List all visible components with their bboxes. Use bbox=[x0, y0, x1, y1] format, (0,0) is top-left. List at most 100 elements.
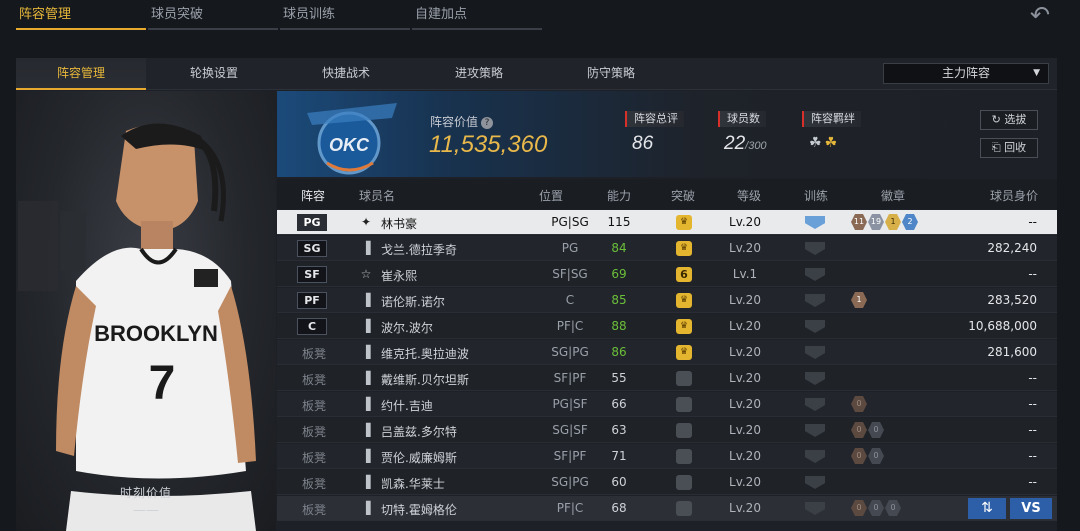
refresh-icon: ↻ bbox=[991, 113, 1001, 126]
player-position: PG bbox=[561, 241, 579, 255]
bench-label: 板凳 bbox=[302, 425, 327, 439]
col-breakthrough[interactable]: 突破 bbox=[671, 187, 695, 204]
table-row[interactable]: 板凳 ▐ 切特.霍姆格伦 PF|C 68 Lv.20 0 0 0 ⇅ VS bbox=[277, 496, 1057, 521]
player-price: 281,600 bbox=[987, 345, 1037, 359]
lineup-dropdown[interactable]: 主力阵容 ▼ bbox=[883, 63, 1049, 84]
table-row[interactable]: C ▐ 波尔.波尔 PF|C 88 ♛ Lv.20 10,688,000 bbox=[277, 314, 1057, 339]
table-header: 阵容 球员名 位置 能力 突破 等级 训练 徽章 球员身价 bbox=[277, 179, 1057, 209]
table-row[interactable]: PG ✦ 林书豪 PG|SG 115 ♛ Lv.20 11 19 1 2 -- bbox=[277, 210, 1057, 235]
jersey-number: 7 bbox=[149, 357, 176, 410]
table-row[interactable]: 板凳 ▐ 约什.吉迪 PG|SF 66 Lv.20 0 -- bbox=[277, 392, 1057, 417]
table-row[interactable]: 板凳 ▐ 维克托.奥拉迪波 SG|PG 86 ♛ Lv.20 281,600 bbox=[277, 340, 1057, 365]
player-name: 波尔.波尔 bbox=[381, 321, 433, 335]
player-rating: 71 bbox=[611, 449, 627, 463]
player-rating: 55 bbox=[611, 371, 627, 385]
training-icon bbox=[805, 450, 825, 463]
col-badges[interactable]: 徽章 bbox=[881, 187, 905, 204]
badge-list: 0 bbox=[851, 396, 868, 412]
slot-badge: C bbox=[297, 318, 327, 335]
training-icon bbox=[805, 476, 825, 489]
vs-compare-button[interactable]: VS bbox=[1010, 498, 1052, 519]
table-row[interactable]: SG ▐ 戈兰.德拉季奇 PG 84 ♛ Lv.20 282,240 bbox=[277, 236, 1057, 261]
col-training[interactable]: 训练 bbox=[804, 187, 828, 204]
player-rating: 63 bbox=[611, 423, 627, 437]
player-position: PF|C bbox=[556, 501, 584, 515]
crown-icon: ♛ bbox=[676, 319, 692, 334]
bond-gold-icon: ☘ bbox=[824, 135, 841, 151]
player-price: -- bbox=[1028, 267, 1037, 281]
player-position: PF|C bbox=[556, 319, 584, 333]
player-price: 282,240 bbox=[987, 241, 1037, 255]
bench-label: 板凳 bbox=[302, 477, 327, 491]
star-player-icon: ☆ bbox=[360, 267, 372, 281]
player-position: SG|PG bbox=[551, 475, 589, 489]
lineup-bond-label: 阵容羁绊 bbox=[802, 111, 861, 127]
badge-bronze: 11 bbox=[851, 214, 867, 230]
player-count-value: 22 bbox=[724, 133, 746, 154]
breakthrough-locked-icon bbox=[676, 423, 692, 438]
table-row[interactable]: 板凳 ▐ 贾伦.威廉姆斯 SF|PF 71 Lv.20 0 0 -- bbox=[277, 444, 1057, 469]
player-level: Lv.20 bbox=[729, 345, 761, 359]
team-logo-text: OKC bbox=[329, 135, 370, 155]
back-arrow-icon[interactable]: ↶ bbox=[1022, 3, 1058, 27]
col-position[interactable]: 位置 bbox=[539, 187, 563, 204]
player-name: 崔永熙 bbox=[381, 269, 418, 283]
subtab-lineup[interactable]: 阵容管理 bbox=[16, 58, 146, 90]
table-row[interactable]: 板凳 ▐ 吕盖兹.多尔特 SG|SF 63 Lv.20 0 0 -- bbox=[277, 418, 1057, 443]
subtab-defense-strategy[interactable]: 防守策略 bbox=[546, 58, 676, 90]
tab-player-breakthrough[interactable]: 球员突破 bbox=[148, 0, 278, 30]
breakthrough-locked-icon bbox=[676, 397, 692, 412]
breakthrough-locked-icon bbox=[676, 501, 692, 516]
table-row[interactable]: PF ▐ 诺伦斯.诺尔 C 85 ♛ Lv.20 1 283,520 bbox=[277, 288, 1057, 313]
player-price: -- bbox=[1028, 423, 1037, 437]
player-portrait: BROOKLYN 7 时刻价值 —— bbox=[16, 91, 276, 531]
lineup-value-label-text: 阵容价值 bbox=[430, 115, 479, 129]
player-name: 维克托.奥拉迪波 bbox=[381, 347, 469, 361]
breakthrough-locked-icon bbox=[676, 449, 692, 464]
subtab-rotation[interactable]: 轮换设置 bbox=[149, 58, 279, 90]
crown-icon: ♛ bbox=[676, 215, 692, 230]
badge-gold: 1 bbox=[885, 214, 901, 230]
subtab-quick-tactics[interactable]: 快捷战术 bbox=[281, 58, 411, 90]
badge-list: 0 0 bbox=[851, 422, 885, 438]
tab-custom-points[interactable]: 自建加点 bbox=[412, 0, 542, 30]
player-price: 283,520 bbox=[987, 293, 1037, 307]
breakthrough-locked-icon bbox=[676, 371, 692, 386]
player-table: PG ✦ 林书豪 PG|SG 115 ♛ Lv.20 11 19 1 2 -- … bbox=[277, 210, 1057, 531]
player-rating: 115 bbox=[607, 215, 631, 229]
swap-button[interactable]: ⇅ bbox=[968, 498, 1006, 519]
help-icon[interactable]: ? bbox=[481, 117, 494, 129]
lineup-summary: OKC 阵容价值? 11,535,360 阵容总评 86 球员数 22/300 … bbox=[277, 91, 1057, 177]
tab-lineup-management[interactable]: 阵容管理 bbox=[16, 0, 146, 30]
signal-bars-icon: ▐ bbox=[361, 397, 371, 411]
col-price[interactable]: 球员身价 bbox=[990, 187, 1038, 204]
recycle-button[interactable]: ⎗ 回收 bbox=[980, 138, 1038, 158]
badge-silver: 19 bbox=[868, 214, 884, 230]
col-rating[interactable]: 能力 bbox=[607, 187, 631, 204]
table-row[interactable]: 板凳 ▐ 凯森.华莱士 SG|PG 60 Lv.20 -- bbox=[277, 470, 1057, 495]
badge-empty: 0 bbox=[868, 448, 884, 464]
pick-button[interactable]: ↻ 选拔 bbox=[980, 110, 1038, 130]
training-icon bbox=[805, 346, 825, 359]
tab-player-training[interactable]: 球员训练 bbox=[280, 0, 410, 30]
pick-button-label: 选拔 bbox=[1004, 113, 1027, 126]
training-icon bbox=[805, 216, 825, 229]
player-count-max: /300 bbox=[745, 140, 767, 152]
player-name: 切特.霍姆格伦 bbox=[381, 503, 457, 517]
table-row[interactable]: SF ☆ 崔永熙 SF|SG 69 6 Lv.1 -- bbox=[277, 262, 1057, 287]
player-position: PG|SF bbox=[552, 397, 588, 411]
timed-value-label: 时刻价值 bbox=[119, 486, 172, 500]
col-level[interactable]: 等级 bbox=[737, 187, 761, 204]
signal-bars-icon: ▐ bbox=[361, 319, 371, 333]
player-rating: 88 bbox=[611, 319, 627, 333]
bond-icons[interactable]: ☘☘ bbox=[809, 135, 840, 151]
training-icon bbox=[805, 320, 825, 333]
player-position: SF|PF bbox=[553, 449, 587, 463]
col-slot[interactable]: 阵容 bbox=[301, 187, 325, 204]
crown-icon: ♛ bbox=[676, 293, 692, 308]
table-row[interactable]: 板凳 ▐ 戴维斯.贝尔坦斯 SF|PF 55 Lv.20 -- bbox=[277, 366, 1057, 391]
player-name: 贾伦.威廉姆斯 bbox=[381, 451, 457, 465]
subtab-offense-strategy[interactable]: 进攻策略 bbox=[414, 58, 544, 90]
signal-bars-icon: ▐ bbox=[361, 293, 371, 307]
player-name: 戴维斯.贝尔坦斯 bbox=[381, 373, 469, 387]
